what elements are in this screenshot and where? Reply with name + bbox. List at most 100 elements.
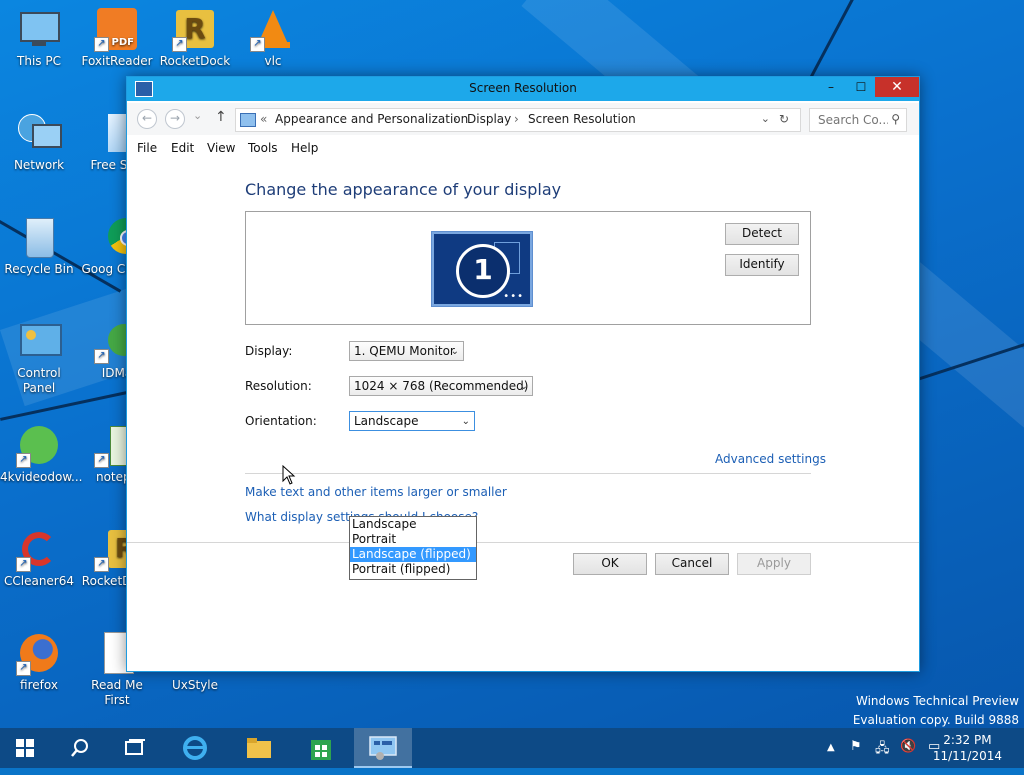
orientation-option-landscape[interactable]: Landscape (350, 517, 476, 532)
address-bar[interactable]: « Appearance and Personalization › Displ… (235, 108, 801, 132)
breadcrumb-prefix[interactable]: « (260, 112, 267, 126)
screen-resolution-taskbar-button[interactable] (354, 728, 412, 768)
shortcut-arrow-icon: ↗ (16, 557, 31, 572)
file-explorer-button[interactable] (234, 728, 284, 768)
maximize-button[interactable]: ☐ (847, 77, 875, 97)
desktop-icon-control-panel[interactable]: Control Panel (0, 312, 78, 396)
breadcrumb-display[interactable]: Display (467, 112, 511, 126)
text-size-link[interactable]: Make text and other items larger or smal… (245, 485, 507, 499)
divider (127, 542, 919, 543)
clock-time: 2:32 PM (943, 733, 992, 747)
apply-button[interactable]: Apply (737, 553, 811, 575)
content-area: Change the appearance of your display 1 … (127, 161, 919, 671)
store-button[interactable] (296, 728, 346, 768)
chevron-down-icon: ⌄ (519, 381, 528, 392)
monitor-number: 1 (456, 244, 510, 298)
orientation-option-portrait[interactable]: Portrait (350, 532, 476, 547)
orientation-label: Orientation: (245, 414, 317, 428)
refresh-button[interactable]: ↻ (773, 109, 795, 129)
volume-muted-icon[interactable]: 🔇 (900, 739, 916, 754)
task-view-icon (125, 739, 145, 755)
desktop-icon-foxitreader[interactable]: PDF ↗ FoxitReader (78, 0, 156, 69)
cancel-button[interactable]: Cancel (655, 553, 729, 575)
monitor-1-icon[interactable]: 1 ••• (431, 231, 533, 307)
search-icon[interactable]: ⚲ (891, 112, 900, 126)
computer-icon (16, 6, 62, 52)
desktop-icon-rocketdock[interactable]: R ↗ RocketDock (156, 0, 234, 69)
shortcut-arrow-icon: ↗ (94, 349, 109, 364)
close-button[interactable]: ✕ (875, 77, 919, 97)
internet-explorer-icon (183, 736, 207, 760)
identify-button[interactable]: Identify (725, 254, 799, 276)
up-button[interactable]: ↑ (215, 109, 227, 125)
desktop-icon-4kvideodownloader[interactable]: ↗ 4kvideodow... (0, 416, 82, 485)
shortcut-arrow-icon: ↗ (94, 37, 109, 52)
breadcrumb-separator: › (514, 112, 519, 126)
orientation-option-portrait-flipped[interactable]: Portrait (flipped) (350, 562, 476, 577)
system-clock[interactable]: 2:32 PM 11/11/2014 (933, 732, 1002, 764)
show-hidden-icons-icon[interactable]: ▲ (827, 742, 835, 753)
display-select[interactable]: 1. QEMU Monitor ⌄ (349, 341, 464, 361)
title-bar[interactable]: Screen Resolution – ☐ ✕ (127, 77, 919, 101)
resolution-label: Resolution: (245, 379, 312, 393)
breadcrumb-appearance[interactable]: Appearance and Personalization (275, 112, 468, 126)
foxit-reader-icon: PDF ↗ (94, 6, 140, 52)
action-center-flag-icon[interactable]: ⚑ (850, 739, 862, 754)
detect-button[interactable]: Detect (725, 223, 799, 245)
orientation-select[interactable]: Landscape ⌄ (349, 411, 475, 431)
monitor-dots: ••• (503, 291, 524, 302)
menu-edit[interactable]: Edit (171, 141, 194, 155)
4k-video-icon: ↗ (16, 422, 62, 468)
minimize-button[interactable]: – (817, 77, 845, 97)
recycle-bin-icon (16, 214, 62, 260)
desktop-icon-network[interactable]: Network (0, 104, 78, 173)
shortcut-arrow-icon: ↗ (250, 37, 265, 52)
desktop-icon-vlc[interactable]: ↗ vlc (234, 0, 312, 69)
start-button[interactable] (0, 728, 50, 768)
navigation-bar: ← → ⌄ ↑ « Appearance and Personalization… (127, 103, 919, 135)
divider (245, 473, 811, 474)
folder-icon (247, 738, 271, 758)
screen-resolution-window: Screen Resolution – ☐ ✕ ← → ⌄ ↑ « Appear… (126, 76, 920, 672)
internet-explorer-button[interactable] (170, 728, 220, 768)
task-view-button[interactable] (110, 728, 160, 768)
mouse-cursor-icon (282, 465, 296, 485)
resolution-select[interactable]: 1024 × 768 (Recommended) ⌄ (349, 376, 533, 396)
display-settings-icon (369, 736, 397, 760)
menu-view[interactable]: View (207, 141, 235, 155)
back-button[interactable]: ← (137, 109, 157, 129)
orientation-dropdown-list: Landscape Portrait Landscape (flipped) P… (349, 516, 477, 580)
desktop-icon-this-pc[interactable]: This PC (0, 0, 78, 69)
advanced-settings-link[interactable]: Advanced settings (715, 452, 826, 466)
desktop-icon-recycle-bin[interactable]: Recycle Bin (0, 208, 78, 277)
breadcrumb-screen-resolution[interactable]: Screen Resolution (528, 112, 636, 126)
shortcut-arrow-icon: ↗ (16, 661, 31, 676)
page-heading: Change the appearance of your display (245, 180, 562, 199)
orientation-option-landscape-flipped[interactable]: Landscape (flipped) (350, 547, 476, 562)
ok-button[interactable]: OK (573, 553, 647, 575)
menu-help[interactable]: Help (291, 141, 318, 155)
menu-bar: File Edit View Tools Help (127, 137, 919, 159)
breadcrumb-separator: › (453, 112, 458, 126)
windows-logo-icon (16, 739, 34, 757)
desktop-icon-firefox[interactable]: ↗ firefox (0, 624, 78, 693)
chevron-down-icon: ⌄ (450, 346, 459, 357)
network-tray-icon[interactable]: 🖧 (875, 739, 890, 761)
search-button[interactable] (55, 728, 105, 768)
desktop-icon-ccleaner64[interactable]: ↗ CCleaner64 (0, 520, 78, 589)
recent-locations-button[interactable]: ⌄ (193, 109, 202, 122)
search-icon (71, 739, 88, 757)
shortcut-arrow-icon: ↗ (172, 37, 187, 52)
store-icon (311, 740, 331, 760)
menu-tools[interactable]: Tools (248, 141, 278, 155)
watermark-line1: Windows Technical Preview (855, 694, 1019, 708)
chevron-down-icon: ⌄ (461, 416, 470, 427)
address-dropdown-icon[interactable]: ⌄ (761, 112, 770, 125)
watermark-line2: Evaluation copy. Build 9888 (852, 713, 1019, 727)
menu-file[interactable]: File (137, 141, 157, 155)
window-title: Screen Resolution (469, 81, 577, 95)
search-box[interactable]: ⚲ (809, 108, 907, 132)
firefox-icon: ↗ (16, 630, 62, 676)
forward-button[interactable]: → (165, 109, 185, 129)
search-input[interactable] (816, 112, 890, 128)
